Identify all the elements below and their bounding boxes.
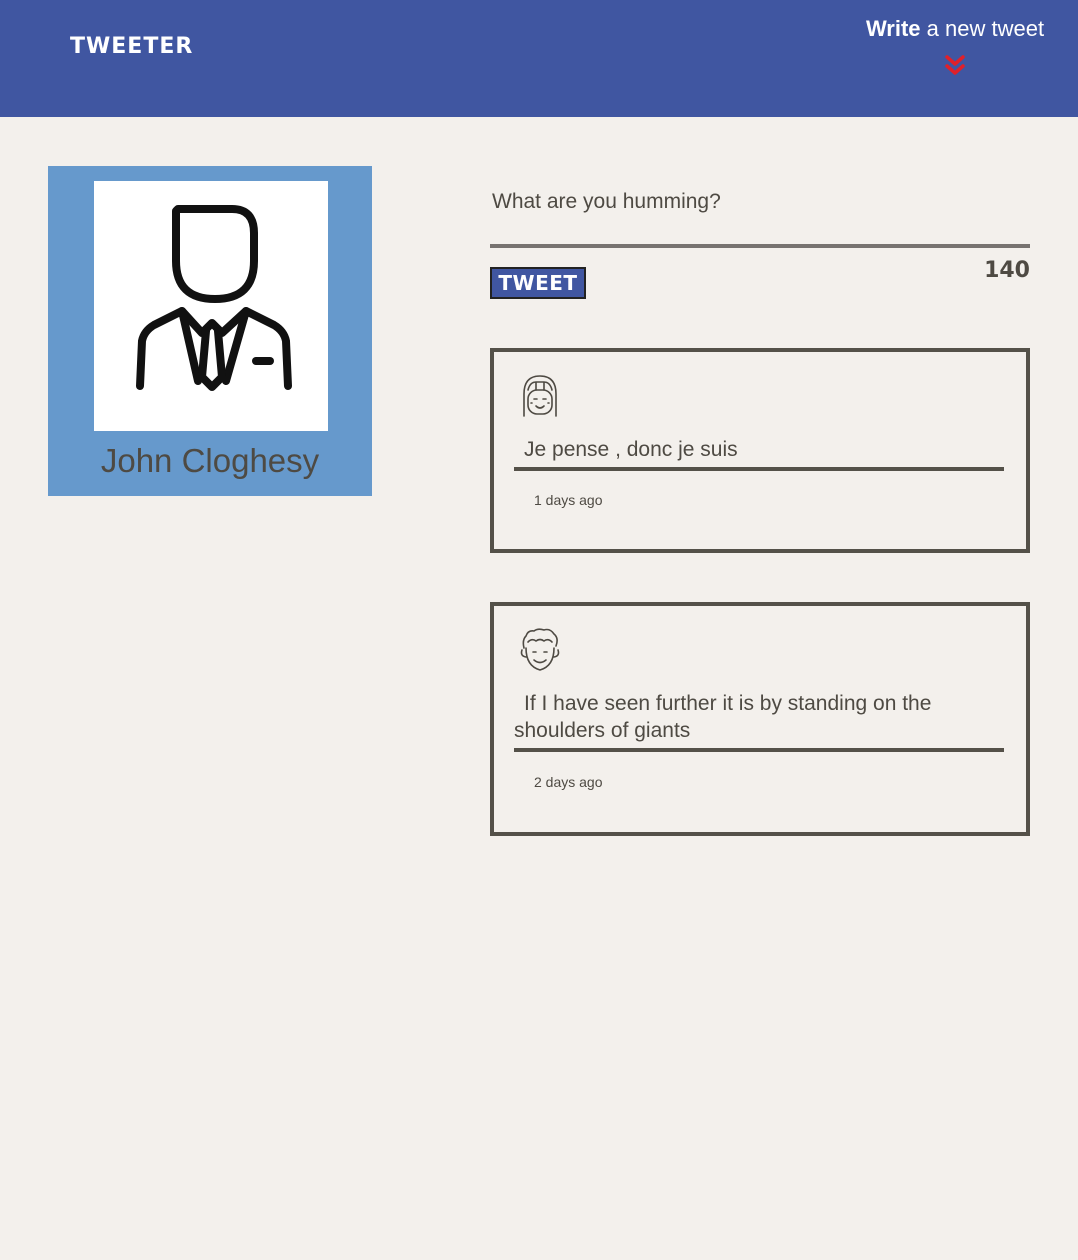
write-new-tweet-toggle[interactable]: Write a new tweet: [860, 16, 1050, 86]
double-chevron-down-icon[interactable]: [944, 54, 966, 78]
tweet-text: Je pense , donc je suis: [514, 436, 1004, 471]
new-tweet-form: TWEET 140: [490, 182, 1030, 302]
tweet-text: If I have seen further it is by standing…: [514, 690, 1004, 752]
brand-logo[interactable]: TWEETER: [70, 34, 193, 59]
write-new-tweet-rest: a new tweet: [920, 16, 1045, 41]
tweet-timestamp: 1 days ago: [534, 492, 603, 508]
girl-face-icon: [523, 375, 557, 417]
tweet-input[interactable]: [490, 182, 1030, 248]
write-new-tweet-bold: Write: [865, 16, 921, 41]
tweet-card: If I have seen further it is by standing…: [490, 602, 1030, 836]
top-navbar: TWEETER Write a new tweet: [0, 0, 1078, 117]
avatar: [94, 181, 328, 431]
tweet-submit-button[interactable]: TWEET: [490, 267, 586, 299]
tweet-card: Je pense , donc je suis 1 days ago: [490, 348, 1030, 553]
profile-name: John Cloghesy: [100, 442, 320, 479]
character-counter: 140: [984, 258, 1030, 283]
write-new-tweet-label: Write a new tweet: [860, 16, 1050, 42]
businessman-icon: [136, 205, 292, 391]
tweet-timestamp: 2 days ago: [534, 774, 603, 790]
curly-hair-face-icon: [520, 628, 560, 671]
profile-card: John Cloghesy: [48, 166, 372, 496]
